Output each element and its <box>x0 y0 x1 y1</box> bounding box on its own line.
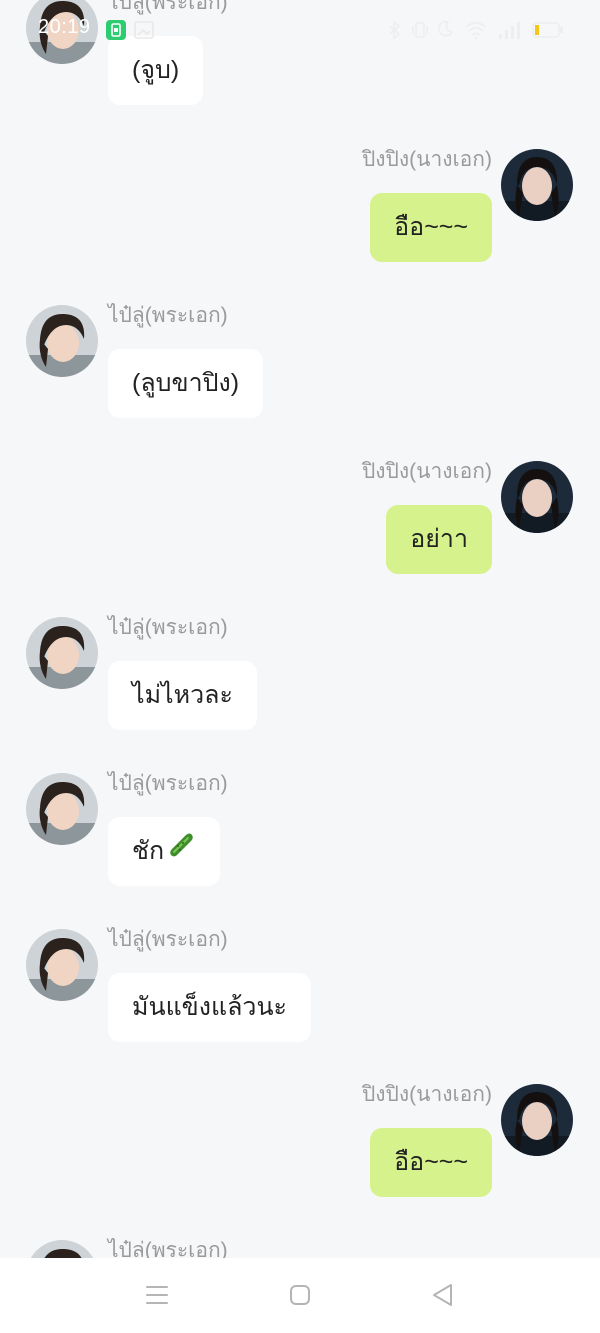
sender-name: ปิงปิง(นางเอก) <box>361 460 492 483</box>
message-bubble[interactable]: ไม่ไหวละ <box>108 661 257 730</box>
home-icon <box>289 1284 311 1311</box>
chat-area[interactable]: ไป๋ลู่(พระเอก) (จูบ) ปิงปิง(นางเอก) อือ~… <box>0 0 600 1258</box>
avatar[interactable] <box>26 1240 98 1258</box>
avatar[interactable] <box>501 1084 573 1156</box>
sender-name: ไป๋ลู่(พระเอก) <box>108 616 228 639</box>
avatar[interactable] <box>26 773 98 845</box>
menu-icon <box>146 1285 168 1310</box>
message-bubble[interactable]: (ลูบขาปิง) <box>108 349 264 418</box>
avatar[interactable] <box>26 305 98 377</box>
message-bubble[interactable]: อย่าา <box>386 505 492 574</box>
message-bubble[interactable]: อือ~~~ <box>370 1128 492 1197</box>
cucumber-icon <box>166 818 196 887</box>
navigation-bar <box>0 1258 600 1333</box>
message-bubble[interactable]: มันแข็งแล้วนะ <box>108 973 311 1042</box>
sender-name: ไป๋ลู่(พระเอก) <box>108 0 228 14</box>
message-bubble[interactable]: (จูบ) <box>108 36 204 105</box>
sender-name: ปิงปิง(นางเอก) <box>361 1083 492 1106</box>
sender-name: ไป๋ลู่(พระเอก) <box>108 1239 228 1258</box>
avatar[interactable] <box>26 929 98 1001</box>
back-icon <box>431 1283 453 1312</box>
sender-name: ไป๋ลู่(พระเอก) <box>108 928 228 951</box>
message-bubble[interactable]: อือ~~~ <box>370 193 492 262</box>
home-button[interactable] <box>280 1280 320 1314</box>
message-bubble[interactable]: ชัก <box>108 817 221 887</box>
avatar[interactable] <box>501 461 573 533</box>
back-button[interactable] <box>422 1280 462 1314</box>
sender-name: ปิงปิง(นางเอก) <box>361 148 492 171</box>
avatar[interactable] <box>26 0 98 64</box>
message-text: ชัก <box>132 837 165 865</box>
avatar[interactable] <box>26 617 98 689</box>
sender-name: ไป๋ลู่(พระเอก) <box>108 304 228 327</box>
avatar[interactable] <box>501 149 573 221</box>
menu-button[interactable] <box>137 1280 177 1314</box>
sender-name: ไป๋ลู่(พระเอก) <box>108 772 228 795</box>
